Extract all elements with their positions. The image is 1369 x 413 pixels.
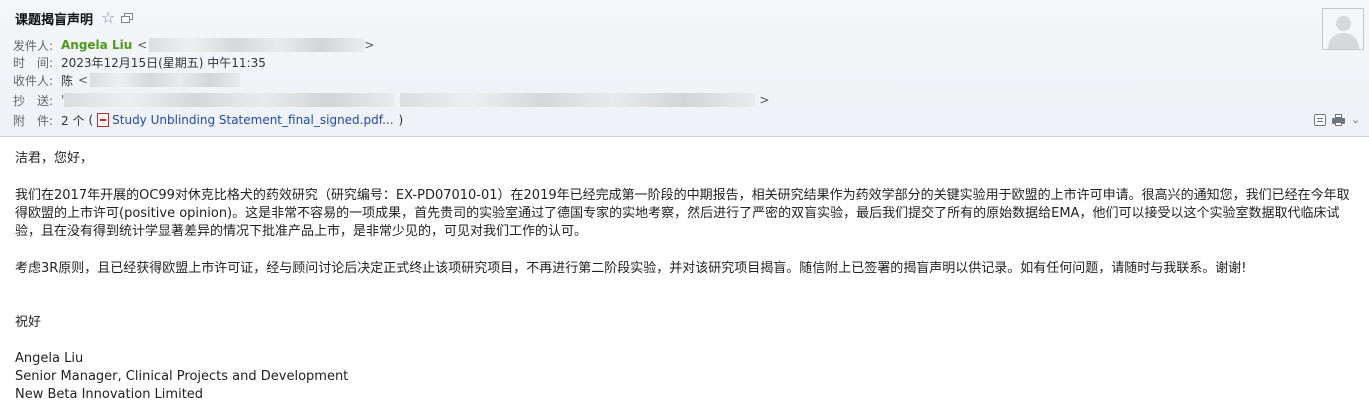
email-header: 课题揭盲声明 ☆ 发件人: Angela Liu < > 时 间: 2023年1… xyxy=(0,0,1369,137)
attachment-file-link[interactable]: Study Unblinding Statement_final_signed.… xyxy=(112,113,393,127)
sender-avatar[interactable] xyxy=(1322,8,1364,50)
time-label: 时 间: xyxy=(13,55,54,70)
attachment-close-paren: ) xyxy=(398,113,404,127)
header-toolbar: ⌄ xyxy=(1314,113,1360,127)
to-open-bracket: < xyxy=(78,73,89,87)
to-row: 收件人: 陈 < xyxy=(13,72,241,89)
time-row: 时 间: 2023年12月15日(星期五) 中午11:35 xyxy=(13,54,266,70)
from-row: 发件人: Angela Liu < > xyxy=(13,37,374,53)
popout-window-icon[interactable] xyxy=(121,12,134,24)
signature-title: Senior Manager, Clinical Projects and De… xyxy=(15,369,349,384)
chevron-down-icon[interactable]: ⌄ xyxy=(1351,114,1360,126)
attachment-row: 附 件: 2 个 ( Study Unblinding Statement_fi… xyxy=(13,112,403,128)
signature: Angela Liu Senior Manager, Clinical Proj… xyxy=(15,350,348,404)
signature-company: New Beta Innovation Limited xyxy=(15,387,204,402)
signature-name: Angela Liu xyxy=(15,351,84,366)
attachment-open-paren: ( xyxy=(88,113,94,127)
from-close-bracket: > xyxy=(364,38,375,52)
from-open-bracket: < xyxy=(137,38,148,52)
body-paragraph-2: 考虑3R原则，且已经获得欧盟上市许可证，经与顾问讨论后决定正式终止该项研究项目，… xyxy=(15,261,1247,276)
star-icon[interactable]: ☆ xyxy=(101,10,115,26)
attachment-count: 2 个 xyxy=(61,113,85,128)
sender-name[interactable]: Angela Liu xyxy=(61,38,132,52)
cc-label: 抄 送: xyxy=(13,93,54,108)
email-subject: 课题揭盲声明 xyxy=(15,12,94,28)
recipient-name[interactable]: 陈 xyxy=(61,72,73,89)
closing: 祝好 xyxy=(15,315,42,330)
redacted-cc-list-1 xyxy=(64,93,395,107)
attachment-label: 附 件: xyxy=(13,113,54,128)
to-label: 收件人: xyxy=(13,73,54,88)
body-paragraph-1: 我们在2017年开展的OC99对休克比格犬的药效研究（研究编号：EX-PD070… xyxy=(15,188,1350,239)
redacted-cc-list-2 xyxy=(400,93,756,107)
sent-time: 2023年12月15日(星期五) 中午11:35 xyxy=(61,55,266,70)
cc-close-bracket: > xyxy=(759,93,770,107)
subject-row: 课题揭盲声明 ☆ xyxy=(15,9,134,28)
cc-row: 抄 送: ' > xyxy=(13,92,769,108)
redacted-recipient-email xyxy=(90,73,241,87)
pdf-file-icon xyxy=(97,113,110,127)
note-icon[interactable] xyxy=(1314,114,1326,126)
from-label: 发件人: xyxy=(13,38,54,53)
greeting: 洁君，您好， xyxy=(15,151,94,166)
print-icon[interactable] xyxy=(1332,114,1345,126)
redacted-sender-email xyxy=(149,38,365,52)
